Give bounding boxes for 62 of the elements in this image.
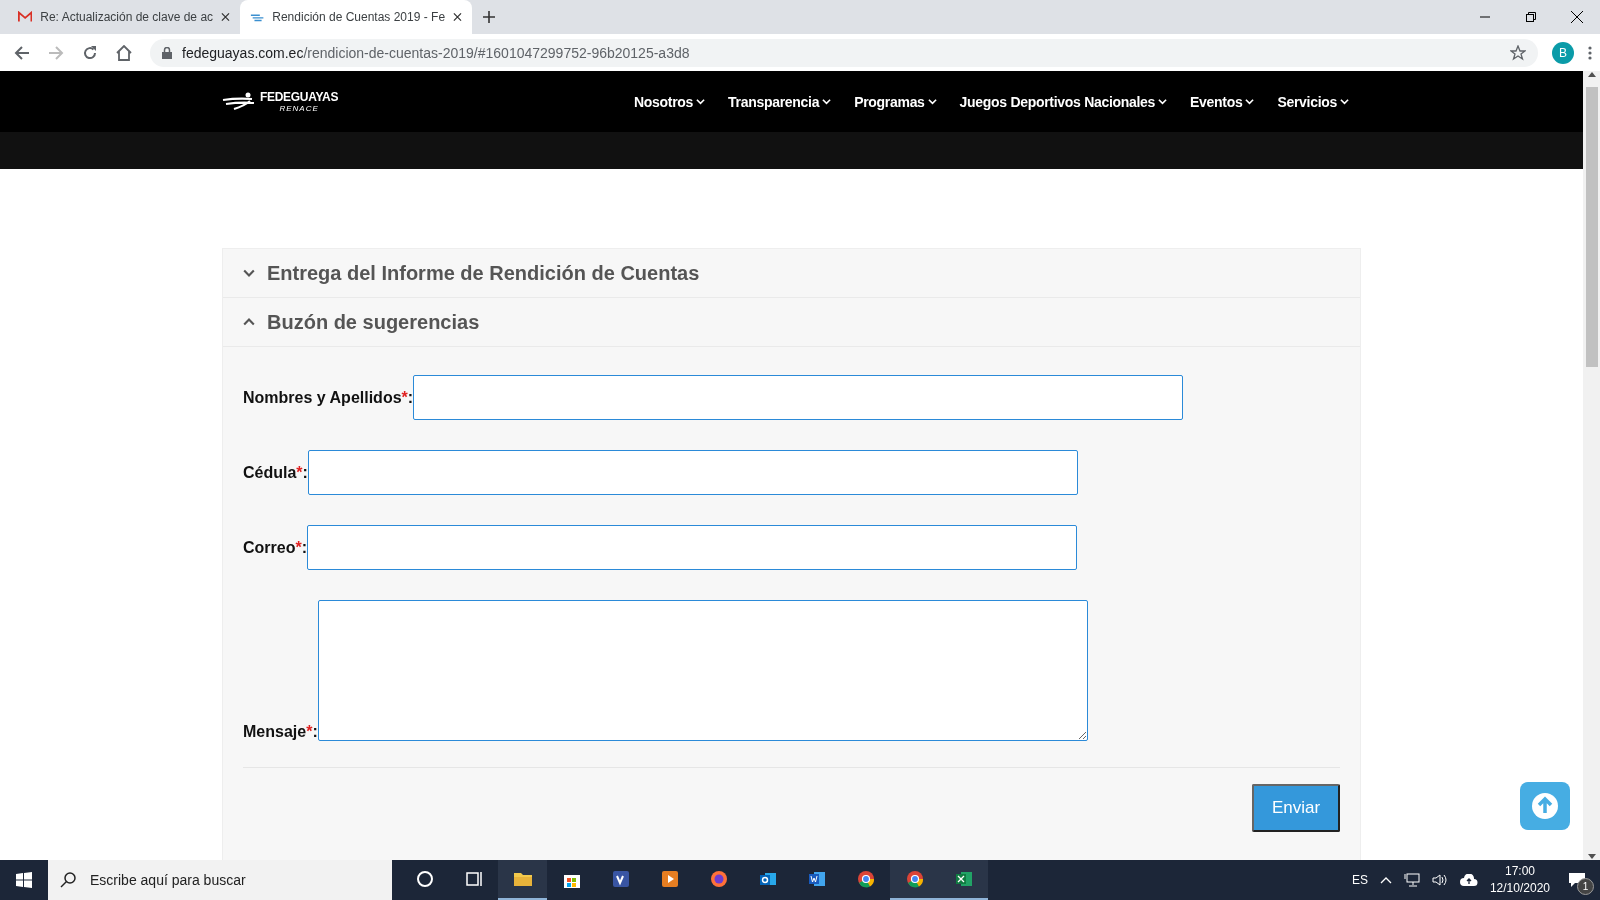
close-icon[interactable] [1571, 11, 1583, 23]
reload-icon[interactable] [82, 44, 98, 61]
address-bar[interactable]: fedeguayas.com.ec/rendicion-de-cuentas-2019/#1601047299752-96b20125-a3d8 [150, 38, 1538, 67]
logo-text: FEDEGUAYAS [260, 90, 339, 104]
search-icon [60, 872, 76, 888]
chevron-up-icon[interactable] [1379, 876, 1392, 884]
swoosh-icon [250, 12, 265, 22]
nav-menu-item[interactable]: Transparencia [728, 93, 832, 110]
chevron-icon [822, 97, 832, 106]
menu-icon[interactable] [1588, 45, 1592, 60]
star-icon[interactable] [1510, 44, 1526, 61]
speaker-icon[interactable] [1431, 873, 1448, 887]
url-text: fedeguayas.com.ec/rendicion-de-cuentas-2019/#1601047299752-96b20125-a3d8 [182, 44, 691, 61]
notification-button[interactable]: 1 [1562, 865, 1592, 895]
close-icon[interactable] [221, 12, 230, 22]
windows-logo-icon[interactable] [16, 872, 32, 888]
clock-date[interactable]: 12/10/2020 [1489, 880, 1550, 897]
restore-icon[interactable] [1526, 12, 1536, 22]
close-icon[interactable] [453, 12, 462, 22]
taskbar-search-field[interactable]: Escribe aquí para buscar [48, 860, 392, 900]
logo-subtitle: RENACE [279, 104, 319, 113]
field-label: Cédula*: [243, 463, 308, 482]
chevron-icon [1340, 97, 1349, 106]
lock-icon [162, 46, 172, 59]
chevron-icon [243, 316, 255, 328]
clock-time[interactable]: 17:00 [1504, 863, 1535, 880]
chevron-icon [1245, 97, 1255, 106]
taskbar-app-button[interactable] [939, 860, 988, 900]
nav-menu-item[interactable]: Servicios [1277, 93, 1349, 110]
taskbar-app-button[interactable] [890, 860, 939, 900]
field-label: Mensaje*: [243, 723, 318, 741]
nav-menu-item[interactable]: Juegos Deportivos Nacionales [959, 93, 1168, 110]
plus-icon[interactable] [482, 10, 496, 24]
scrollbar-thumb[interactable] [1585, 87, 1598, 367]
accordion-title: Buzón de sugerencias [267, 310, 480, 334]
chevron-icon [927, 97, 937, 106]
up-arrow-circle-icon [1531, 792, 1559, 820]
accordion-header[interactable]: Entrega del Informe de Rendición de Cuentas [223, 249, 1360, 298]
home-icon[interactable] [115, 44, 133, 61]
notification-count: 1 [1577, 878, 1594, 895]
nav-menu-item[interactable]: Nosotros [634, 93, 706, 110]
envelope-m-icon [18, 11, 33, 23]
browser-tab[interactable]: Rendición de Cuentas 2019 - Fe [240, 0, 472, 34]
browser-tab[interactable]: Re: Actualización de clave de ac [8, 0, 240, 34]
accordion-title: Entrega del Informe de Rendición de Cuentas [267, 261, 700, 285]
taskbar-app-button[interactable] [498, 860, 547, 900]
chevron-icon [696, 97, 706, 106]
swoosh-icon [222, 91, 256, 112]
network-icon[interactable] [1403, 873, 1420, 887]
nav-menu-item[interactable]: Programas [854, 93, 937, 110]
nav-menu-item[interactable]: Eventos [1190, 93, 1255, 110]
input-field[interactable] [413, 375, 1184, 420]
chevron-icon [1158, 97, 1168, 106]
field-label: Correo*: [243, 538, 307, 557]
chevron-icon [243, 267, 255, 279]
cloud-upload-icon[interactable] [1459, 874, 1478, 886]
input-field[interactable] [307, 450, 1078, 495]
input-field[interactable] [307, 525, 1077, 570]
accordion-header[interactable]: Buzón de sugerencias [223, 298, 1360, 347]
language-indicator[interactable]: ES [1351, 873, 1368, 887]
back-arrow-icon[interactable] [14, 44, 30, 61]
field-label: Nombres y Apellidos*: [243, 388, 414, 407]
